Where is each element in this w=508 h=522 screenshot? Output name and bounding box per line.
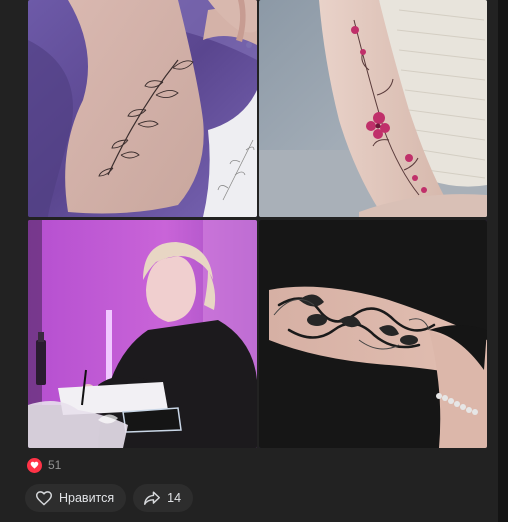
photo-forearm-flower-image: [259, 0, 487, 217]
heart-outline-icon: [35, 490, 53, 506]
post-actions: Нравится 14: [25, 484, 194, 512]
share-button[interactable]: 14: [133, 484, 194, 512]
heart-icon: [27, 457, 42, 473]
like-label: Нравится: [59, 491, 115, 505]
page-background-gutter: [498, 0, 508, 522]
photo-leg-vine-image: [28, 0, 257, 217]
photo-forearm-dragon-tattoo[interactable]: [259, 220, 487, 448]
photo-tattoo-artist-image: [28, 220, 257, 448]
share-count: 14: [167, 491, 182, 505]
share-arrow-icon: [143, 490, 161, 506]
reactions-count: 51: [48, 458, 62, 472]
reactions-summary[interactable]: 51: [27, 456, 61, 474]
post-card: 51 Нравится 14: [0, 0, 508, 522]
photo-forearm-flower-tattoo[interactable]: [259, 0, 487, 217]
like-button[interactable]: Нравится: [25, 484, 127, 512]
photo-tattoo-artist[interactable]: [28, 220, 257, 448]
photo-leg-vine-tattoo[interactable]: [28, 0, 257, 217]
photo-grid: [28, 0, 487, 448]
photo-forearm-dragon-image: [259, 220, 487, 448]
